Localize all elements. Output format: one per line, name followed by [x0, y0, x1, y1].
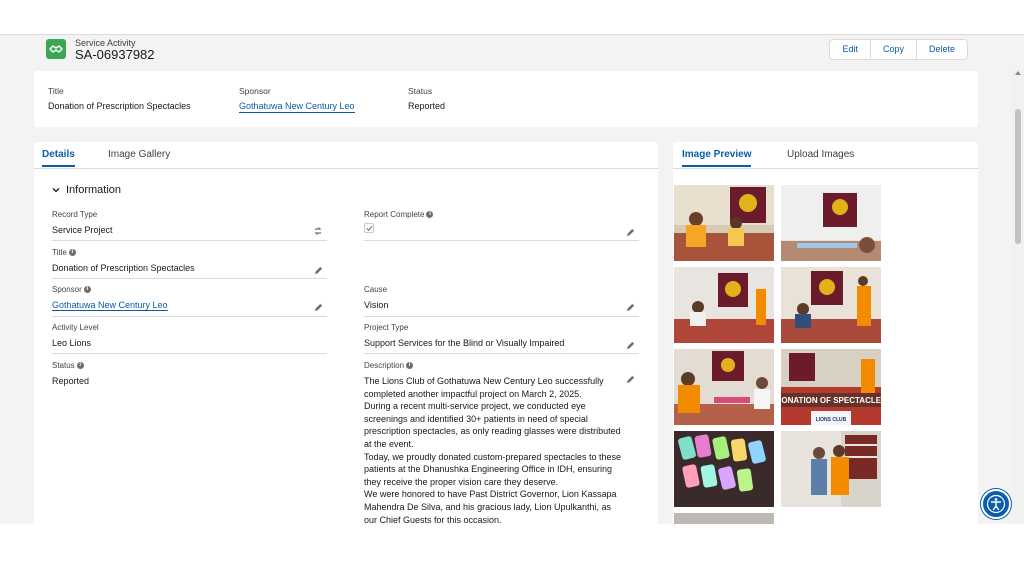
photo-thumbnail: DONATION OF SPECTACLES LIONS CLUB — [781, 349, 881, 425]
field-status: Status i Reported — [52, 361, 327, 392]
highlight-sponsor-link[interactable]: Gothatuwa New Century Leo — [239, 101, 355, 113]
edit-button[interactable]: Edit — [830, 40, 871, 59]
highlight-sponsor: Sponsor Gothatuwa New Century Leo — [239, 86, 355, 113]
info-icon[interactable]: i — [76, 362, 84, 369]
action-button-group: Edit Copy Delete — [829, 39, 968, 60]
banner-text: LIONS CLUB — [816, 417, 847, 423]
highlight-title-label: Title — [48, 86, 64, 96]
description-text: The Lions Club of Gothatuwa New Century … — [364, 376, 621, 524]
information-section-toggle[interactable]: Information — [52, 184, 121, 196]
field-label: Report Complete — [364, 210, 425, 219]
field-value: Service Project — [52, 225, 113, 235]
photo-caption: DONATION OF SPECTACLES — [781, 396, 881, 405]
highlight-status: Status Reported — [408, 86, 445, 111]
field-label: Sponsor — [52, 285, 82, 294]
field-label: Record Type — [52, 210, 98, 219]
sponsor-link[interactable]: Gothatuwa New Century Leo — [52, 300, 168, 311]
checkmark-icon — [366, 225, 373, 231]
record-header: Service Activity SA-06937982 Edit Copy D… — [34, 35, 978, 71]
field-label: Title — [52, 248, 67, 257]
delete-button[interactable]: Delete — [917, 40, 967, 59]
gallery-image[interactable] — [674, 267, 774, 343]
tab-upload-images[interactable]: Upload Images — [787, 149, 854, 165]
section-title: Information — [66, 184, 122, 196]
browser-bottom-area — [0, 524, 1024, 576]
details-card: Details Image Gallery Information Record… — [34, 142, 658, 524]
images-card: Image Preview Upload Images DONATION OF … — [673, 142, 978, 524]
scroll-up-arrow-icon[interactable] — [1015, 71, 1021, 75]
field-value: Vision — [364, 300, 389, 310]
gallery-image[interactable] — [781, 185, 881, 261]
highlight-title-value: Donation of Prescription Spectacles — [48, 101, 191, 111]
browser-top-area — [0, 0, 1024, 34]
field-description: Description i The Lions Club of Gothatuwa… — [364, 361, 639, 524]
photo-thumbnail — [674, 349, 774, 425]
field-label: Status — [52, 361, 75, 370]
edit-pencil-icon[interactable] — [626, 341, 635, 350]
tab-details[interactable]: Details — [42, 149, 75, 167]
record-page: Service Activity SA-06937982 Edit Copy D… — [0, 34, 1024, 524]
edit-pencil-icon[interactable] — [314, 266, 323, 275]
report-complete-checkbox — [364, 223, 374, 233]
chevron-down-icon — [52, 188, 60, 193]
change-record-type-icon[interactable] — [313, 226, 323, 236]
edit-pencil-icon[interactable] — [626, 303, 635, 312]
field-sponsor: Sponsor i Gothatuwa New Century Leo — [52, 285, 327, 317]
photo-thumbnail — [674, 431, 774, 507]
accessibility-icon — [986, 494, 1006, 514]
field-value: Reported — [52, 376, 90, 386]
edit-pencil-icon[interactable] — [626, 375, 635, 384]
highlight-sponsor-label: Sponsor — [239, 86, 271, 96]
tab-image-preview[interactable]: Image Preview — [682, 149, 752, 167]
info-icon[interactable]: i — [406, 362, 414, 369]
highlight-status-value: Reported — [408, 101, 446, 111]
copy-button[interactable]: Copy — [871, 40, 917, 59]
photo-thumbnail — [781, 185, 881, 261]
field-value: Donation of Prescription Spectacles — [52, 263, 195, 273]
scrollbar-thumb[interactable] — [1015, 109, 1021, 244]
image-tabs: Image Preview Upload Images — [673, 142, 978, 169]
field-value: Leo Lions — [52, 338, 92, 348]
gallery-image[interactable] — [781, 267, 881, 343]
field-activity-level: Activity Level Leo Lions — [52, 323, 327, 354]
photo-thumbnail — [674, 267, 774, 343]
highlights-panel: Title Donation of Prescription Spectacle… — [34, 71, 978, 127]
field-title: Title i Donation of Prescription Spectacl… — [52, 248, 327, 279]
info-icon[interactable]: i — [68, 249, 76, 256]
edit-pencil-icon[interactable] — [626, 228, 635, 237]
field-report-complete: Report Complete i — [364, 210, 639, 241]
field-label: Project Type — [364, 323, 409, 332]
field-cause: Cause Vision — [364, 285, 639, 317]
photo-thumbnail — [781, 431, 881, 507]
field-project-type: Project Type Support Services for the Bl… — [364, 323, 639, 354]
details-tabs: Details Image Gallery — [34, 142, 658, 169]
info-icon[interactable]: i — [426, 211, 434, 218]
field-label: Activity Level — [52, 323, 99, 332]
photo-thumbnail — [674, 513, 774, 524]
gallery-image[interactable] — [674, 431, 774, 507]
photo-thumbnail — [781, 267, 881, 343]
highlight-title: Title Donation of Prescription Spectacle… — [48, 86, 191, 111]
photo-thumbnail — [674, 185, 774, 261]
tab-image-gallery[interactable]: Image Gallery — [108, 149, 170, 165]
handshake-icon — [46, 39, 66, 59]
gallery-image[interactable] — [674, 185, 774, 261]
accessibility-button[interactable] — [981, 489, 1011, 519]
gallery-image[interactable] — [674, 513, 774, 524]
edit-pencil-icon[interactable] — [314, 303, 323, 312]
info-icon[interactable]: i — [83, 286, 91, 293]
highlight-status-label: Status — [408, 86, 433, 96]
field-record-type: Record Type Service Project — [52, 210, 327, 241]
field-label: Description — [364, 361, 405, 370]
gallery-image[interactable] — [674, 349, 774, 425]
page-scrollbar[interactable] — [1012, 69, 1024, 524]
gallery-image[interactable]: DONATION OF SPECTACLES LIONS CLUB — [781, 349, 881, 425]
field-value: Support Services for the Blind or Visual… — [364, 338, 565, 348]
gallery-image[interactable] — [781, 431, 881, 507]
record-name: SA-06937982 — [75, 47, 155, 62]
field-label: Cause — [364, 285, 388, 294]
